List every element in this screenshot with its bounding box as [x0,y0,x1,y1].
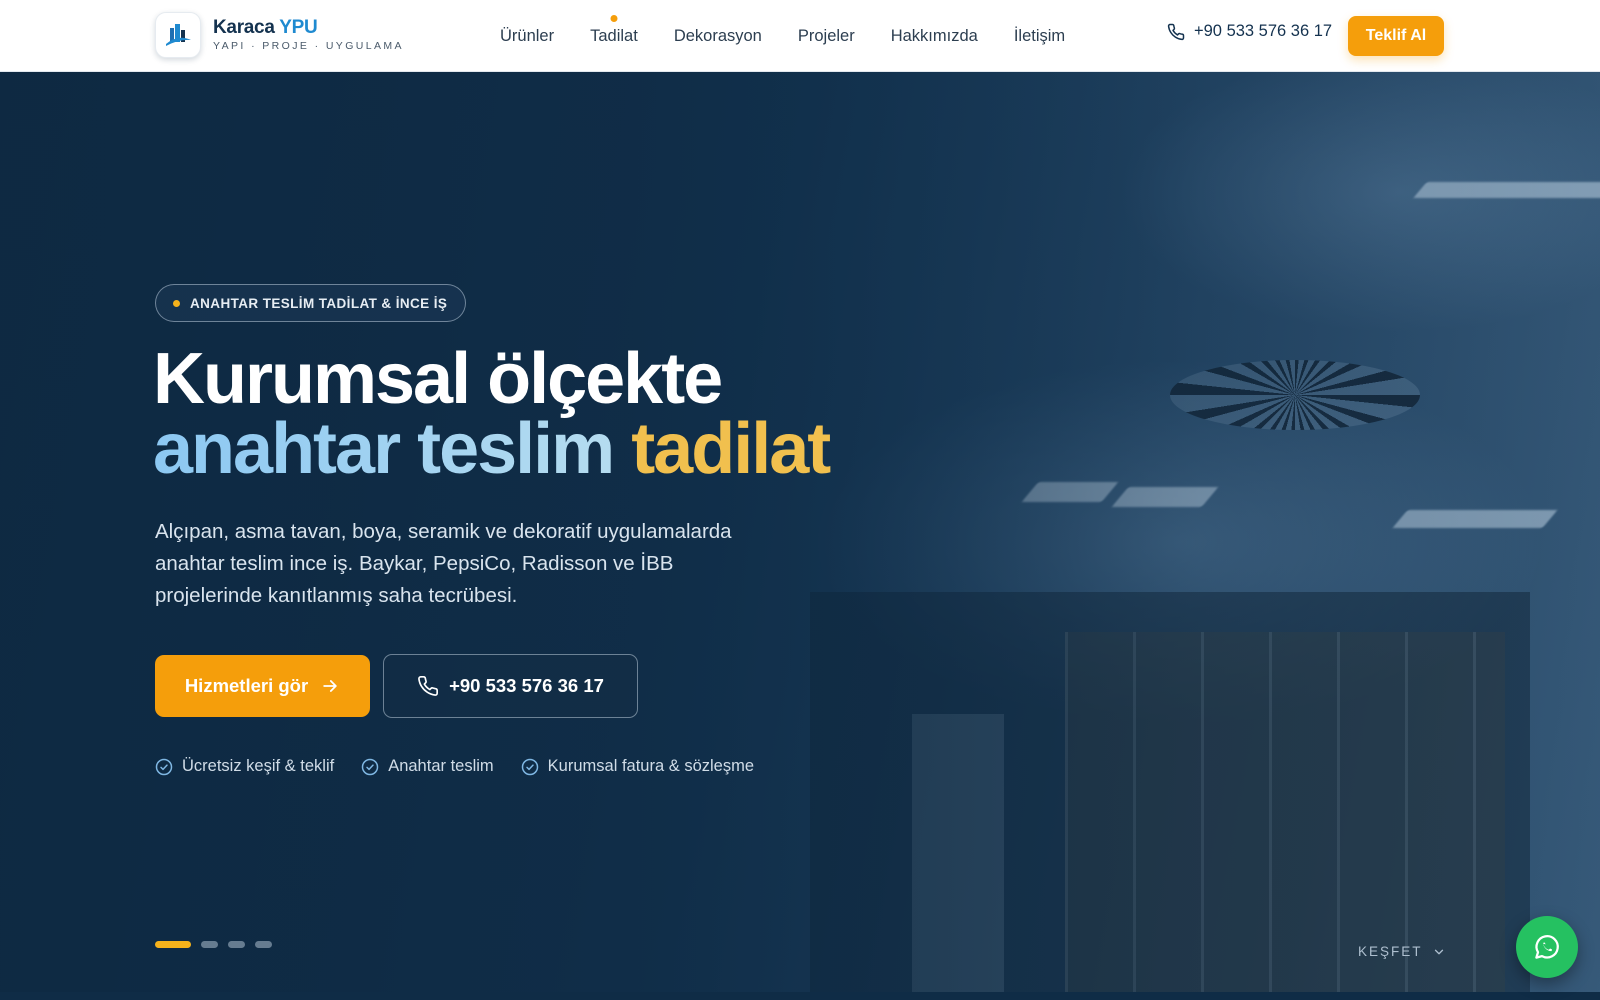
check-circle-icon [361,758,379,775]
view-services-label: Hizmetleri gör [184,675,309,696]
whatsapp-icon [1535,935,1559,959]
main-nav: Ürünler Tadilat Dekorasyon Projeler Hakk… [500,0,1101,72]
slide-dot-2[interactable] [201,941,218,948]
phone-icon [418,676,439,696]
slide-dot-4[interactable] [255,941,272,948]
slider-pagination [155,941,282,948]
hero-badge: ANAHTAR TESLİM TADİLAT & İNCE İŞ [155,284,467,322]
hero-section: ANAHTAR TESLİM TADİLAT & İNCE İŞ Kurumsa… [0,72,1600,992]
hero-features: Ücretsiz keşif & teklif Anahtar teslim K… [155,757,781,776]
hero-badge-text: ANAHTAR TESLİM TADİLAT & İNCE İŞ [190,295,448,311]
feature-item: Ücretsiz keşif & teklif [155,757,334,776]
phone-icon [1167,23,1185,40]
header-phone-link[interactable]: +90 533 576 36 17 [1167,22,1332,41]
nav-item-label: Tadilat [590,26,638,45]
slide-dot-3[interactable] [228,941,245,948]
view-services-button[interactable]: Hizmetleri gör [155,655,370,717]
nav-item-hakkimizda[interactable]: Hakkımızda [891,27,978,46]
nav-active-indicator [610,14,618,22]
brand-name: Karaca YPU [213,17,318,39]
badge-dot-icon [173,299,180,307]
explore-label: KEŞFET [1358,944,1423,959]
brand-tagline: YAPI · PROJE · UYGULAMA [213,40,404,53]
nav-item-urunler[interactable]: Ürünler [500,27,554,46]
check-circle-icon [155,758,173,775]
call-phone-label: +90 533 576 36 17 [449,675,604,696]
feature-label: Kurumsal fatura & sözleşme [547,757,755,775]
whatsapp-button[interactable] [1516,916,1578,978]
nav-item-dekorasyon[interactable]: Dekorasyon [674,27,762,46]
feature-item: Kurumsal fatura & sözleşme [521,757,754,776]
nav-item-tadilat[interactable]: Tadilat [590,14,638,46]
brand-logo[interactable]: Karaca YPU YAPI · PROJE · UYGULAMA [155,12,404,58]
chevron-down-icon [1434,949,1443,954]
feature-label: Ücretsiz keşif & teklif [182,757,335,775]
nav-item-projeler[interactable]: Projeler [798,27,855,46]
feature-item: Anahtar teslim [361,757,494,776]
hero-title-line2: anahtar teslim tadilat [153,413,831,485]
site-header: Karaca YPU YAPI · PROJE · UYGULAMA Ürünl… [0,0,1600,72]
feature-label: Anahtar teslim [388,757,494,775]
header-phone-number: +90 533 576 36 17 [1194,22,1333,40]
hero-title-highlight: anahtar teslim [153,409,615,489]
nav-item-iletisim[interactable]: İletişim [1014,27,1065,46]
hero-title: Kurumsal ölçekte anahtar teslim tadilat [153,339,831,485]
get-quote-button[interactable]: Teklif Al [1348,16,1444,56]
check-circle-icon [521,758,538,775]
brand-text: Karaca YPU YAPI · PROJE · UYGULAMA [213,18,404,52]
hero-description: Alçıpan, asma tavan, boya, seramik ve de… [155,520,732,607]
slide-dot-1[interactable] [155,941,191,948]
arrow-right-icon [320,676,340,696]
building-logo-icon [155,12,201,58]
hero-title-line1: Kurumsal ölçekte [153,339,723,419]
call-phone-button[interactable]: +90 533 576 36 17 [383,654,638,718]
hero-title-accent: tadilat [631,409,831,489]
explore-scroll-button[interactable]: KEŞFET [1358,944,1446,959]
